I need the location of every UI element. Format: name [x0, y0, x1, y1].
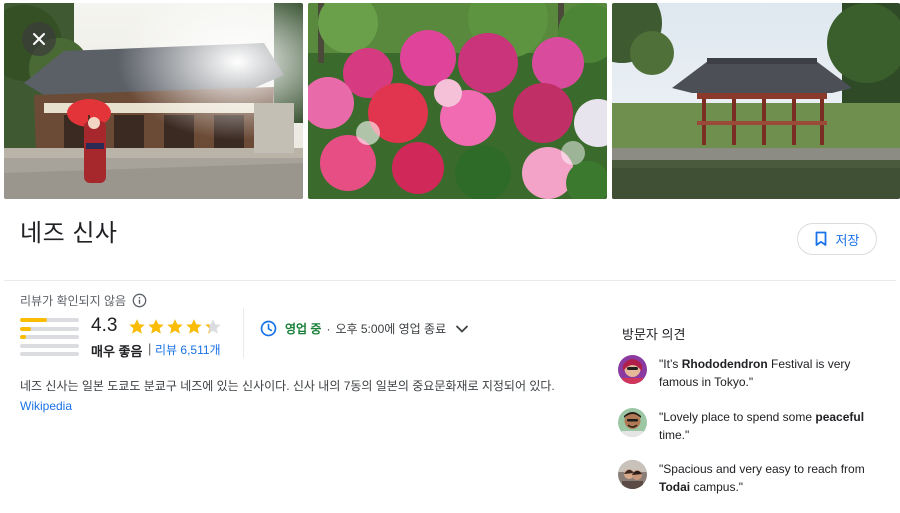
- chevron-down-icon: [455, 324, 469, 333]
- avatar: [618, 355, 647, 384]
- star-icon: [129, 319, 145, 334]
- photo-pavilion-pond[interactable]: [612, 3, 900, 199]
- hours-expand-button[interactable]: [455, 324, 469, 334]
- closing-time: 오후 5:00에 영업 종료: [335, 322, 447, 336]
- vertical-divider: [243, 308, 244, 358]
- section-divider: [4, 280, 896, 281]
- opinion-text: "Spacious and very easy to reach from To…: [659, 462, 865, 494]
- avatar: [618, 408, 647, 437]
- hours-dot: ·: [326, 321, 331, 336]
- unverified-label: 리뷰가 확인되지 않음: [20, 294, 127, 308]
- place-title: 네즈 신사: [20, 220, 118, 247]
- rating-score: 4.3: [91, 315, 118, 336]
- open-status: 영업 중: [285, 322, 322, 336]
- clock-icon: [260, 320, 277, 337]
- opinion-item[interactable]: "It’s Rhododendron Festival is very famo…: [618, 355, 888, 391]
- close-icon: [33, 33, 45, 45]
- info-icon[interactable]: [132, 293, 147, 308]
- place-description: 네즈 신사는 일본 도쿄도 분쿄구 네즈에 있는 신사이다. 신사 내의 7동의…: [20, 379, 555, 393]
- histogram-bar: [20, 343, 79, 348]
- opening-hours[interactable]: 영업 중 · 오후 5:00에 영업 종료: [260, 320, 469, 337]
- save-button-label: 저장: [835, 232, 860, 248]
- rating-stars: [128, 318, 222, 336]
- photo-strip: [0, 0, 900, 203]
- star-icon: [186, 319, 202, 334]
- unverified-reviews-note: 리뷰가 확인되지 않음: [20, 292, 147, 309]
- rating-separator: |: [148, 341, 152, 356]
- opinion-item[interactable]: "Spacious and very easy to reach from To…: [618, 460, 888, 496]
- photo-azalea-garden[interactable]: [308, 3, 607, 199]
- star-icon: [167, 319, 183, 334]
- star-icon: [148, 319, 164, 334]
- rating-histogram: [20, 318, 79, 361]
- save-button[interactable]: 저장: [797, 223, 877, 255]
- avatar: [618, 460, 647, 489]
- visitor-opinions-title: 방문자 의견: [622, 327, 686, 342]
- histogram-bar: [20, 352, 79, 356]
- reviews-count-link[interactable]: 리뷰 6,511개: [155, 341, 221, 358]
- rating-label: 매우 좋음: [91, 344, 143, 359]
- histogram-bar: [20, 318, 79, 322]
- close-button[interactable]: [22, 22, 56, 56]
- star-icon: [205, 319, 221, 334]
- histogram-bar: [20, 335, 79, 339]
- opinion-text: "It’s Rhododendron Festival is very famo…: [659, 357, 851, 389]
- histogram-bar: [20, 326, 79, 331]
- wikipedia-link[interactable]: Wikipedia: [20, 399, 72, 413]
- opinion-item[interactable]: "Lovely place to spend some peaceful tim…: [618, 408, 888, 444]
- opinion-text: "Lovely place to spend some peaceful tim…: [659, 410, 865, 442]
- bookmark-icon: [815, 231, 826, 246]
